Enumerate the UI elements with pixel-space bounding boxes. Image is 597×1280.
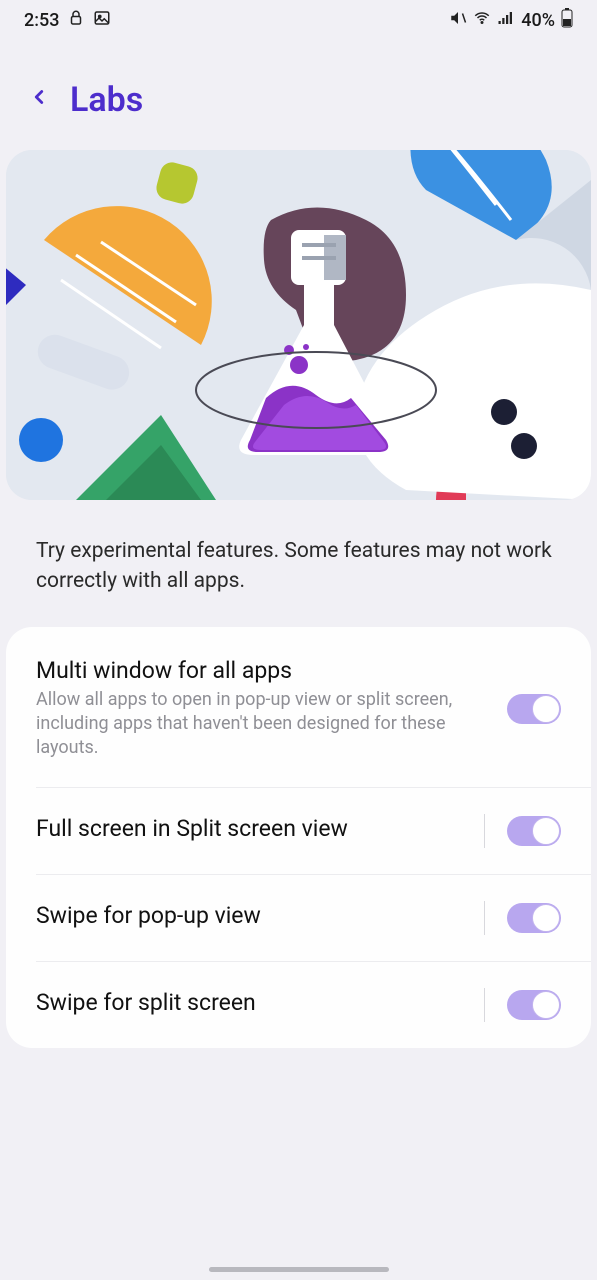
intro-text: Try experimental features. Some features… [0,500,597,627]
status-left: 2:53 [24,9,111,32]
toggle-multi-window[interactable] [507,694,561,724]
clock-text: 2:53 [24,10,59,31]
mute-icon [449,9,467,32]
nav-handle[interactable] [209,1267,389,1272]
status-bar: 2:53 40% [0,0,597,40]
labs-illustration-svg [6,150,591,500]
toggle-full-screen-split[interactable] [507,816,561,846]
lock-icon [67,9,85,32]
image-icon [93,9,111,32]
setting-text: Swipe for split screen [36,989,484,1020]
wifi-icon [473,9,491,32]
page-header: Labs [0,40,597,150]
settings-card: Multi window for all apps Allow all apps… [6,627,591,1048]
toggle-swipe-popup[interactable] [507,903,561,933]
setting-text: Multi window for all apps Allow all apps… [36,657,507,761]
setting-full-screen-split[interactable]: Full screen in Split screen view [36,787,591,874]
setting-title: Multi window for all apps [36,657,487,684]
setting-desc: Allow all apps to open in pop-up view or… [36,688,487,761]
setting-text: Full screen in Split screen view [36,815,484,846]
battery-icon [561,8,573,33]
divider [484,814,485,848]
setting-multi-window[interactable]: Multi window for all apps Allow all apps… [6,627,591,787]
signal-icon [497,9,515,32]
setting-text: Swipe for pop-up view [36,902,484,933]
toggle-swipe-split[interactable] [507,990,561,1020]
hero-illustration [6,150,591,500]
divider [484,988,485,1022]
setting-title: Swipe for pop-up view [36,902,464,929]
setting-swipe-popup[interactable]: Swipe for pop-up view [36,874,591,961]
setting-title: Swipe for split screen [36,989,464,1016]
status-right: 40% [449,8,573,33]
battery-pct-text: 40% [521,10,555,31]
setting-swipe-split[interactable]: Swipe for split screen [36,961,591,1048]
divider [484,901,485,935]
page-title: Labs [70,80,143,120]
setting-title: Full screen in Split screen view [36,815,464,842]
back-button[interactable] [28,83,50,118]
